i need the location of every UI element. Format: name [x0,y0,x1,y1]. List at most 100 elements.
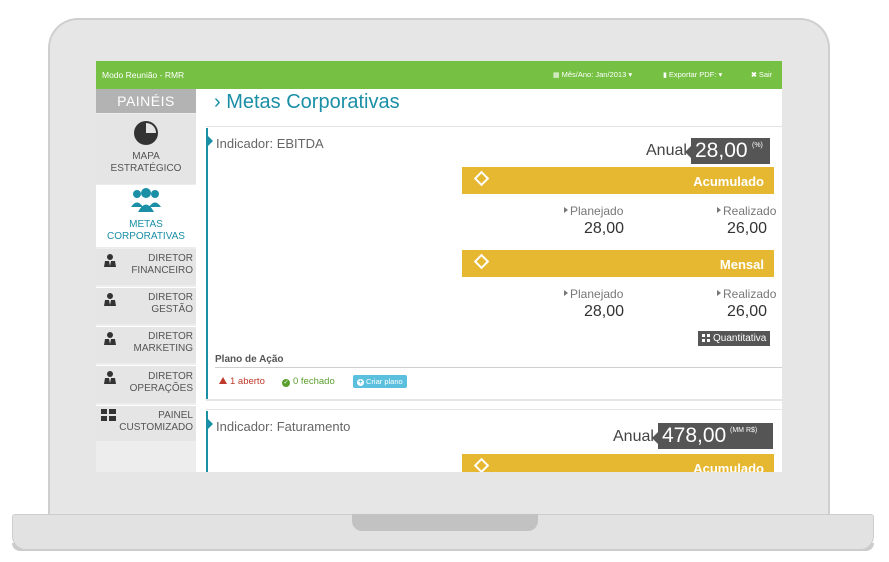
users-icon [131,188,161,212]
main-content: › Metas Corporativas Indicador: EBITDA A… [196,89,782,472]
anual-value-box: 28,00 (%) [691,138,770,164]
realizado-value: 26,00 [727,220,768,237]
quantitativa-badge: Quantitativa [698,331,771,346]
criar-plano-button[interactable]: + Criar plano [353,375,407,388]
caret-right-icon [717,207,721,213]
acumulado-bar: Acumulado [462,167,774,194]
sidebar-item-label: METAS [129,219,163,230]
anual-value: 478,00 [662,424,727,447]
divider [215,367,782,368]
criar-plano-label: Criar plano [366,377,403,386]
planejado-text: Planejado [570,204,624,218]
diamond-icon [473,253,490,270]
caret-right-icon [717,290,721,296]
warning-icon [219,377,227,384]
badge-label: Quantitativa [713,333,767,344]
sidebar-item-diretor-gestao[interactable]: DIRETOR GESTÃO [96,287,196,324]
plano-aberto-link[interactable]: 1 aberto [219,376,265,387]
acumulado-bar: Acumulado [462,454,774,472]
sidebar: PAINÉIS MAPA ESTRATÉGICO METAS CORPORATI… [96,89,196,472]
export-label: Exportar PDF: ▾ [668,70,723,79]
sidebar-item-diretor-operacoes[interactable]: DIRETOR OPERAÇÕES [96,365,196,403]
planejado-value: 28,00 [584,303,625,320]
sidebar-item-metas-corporativas[interactable]: METAS CORPORATIVAS [96,185,196,247]
realizado-label: Realizado [717,204,776,218]
sidebar-item-diretor-financeiro[interactable]: DIRETOR FINANCEIRO [96,249,196,285]
mensal-bar: Mensal [462,250,774,277]
user-suit-icon [104,254,116,267]
divider [206,126,782,127]
indicator-accent-bar [206,128,208,400]
check-circle-icon: ✓ [282,379,290,387]
user-suit-icon [104,332,116,345]
indicator-card-ebitda: Indicador: EBITDA Anual 28,00 (%) Acumul… [206,128,782,400]
screen: Modo Reunião - RMR ▦ Mês/Ano: Jan/2013 ▾ … [96,61,782,472]
diamond-icon [473,457,490,472]
planejado-label: Planejado [564,287,623,301]
sidebar-item-label: DIRETOR [148,253,193,264]
divider [206,399,782,401]
divider [206,409,782,410]
diamond-icon [473,170,490,187]
page-title: › Metas Corporativas [214,91,400,113]
anual-value-box: 478,00 (MM R$) [658,423,773,449]
caret-right-icon [208,419,213,429]
pie-chart-icon [134,121,158,145]
fechado-count: 0 fechado [293,376,335,387]
plano-fechado-link[interactable]: ✓ 0 fechado [282,376,335,387]
sidebar-item-label: MAPA [132,151,160,162]
sidebar-item-label: PAINEL [158,410,193,421]
realizado-label: Realizado [717,287,776,301]
acumulado-label: Acumulado [693,174,764,189]
close-icon: ✖ [751,72,757,79]
anual-label: Anual [646,142,687,159]
period-selector[interactable]: ▦ Mês/Ano: Jan/2013 ▾ [553,70,632,79]
sidebar-item-label: ESTRATÉGICO [110,163,182,174]
mensal-label: Mensal [719,257,764,272]
sidebar-item-label: DIRETOR [148,371,193,382]
plus-circle-icon: + [357,379,364,386]
indicator-card-faturamento: Indicador: Faturamento Anual 478,00 (MM … [206,411,782,472]
file-icon: ▮ [663,72,667,79]
indicator-label: Indicador: EBITDA [216,136,324,151]
realizado-value: 26,00 [727,303,768,320]
sidebar-header: PAINÉIS [96,89,196,113]
laptop-notch [352,514,538,531]
planejado-text: Planejado [570,287,624,301]
sidebar-item-label: FINANCEIRO [131,265,193,276]
app-title: Modo Reunião - RMR [102,70,185,80]
sidebar-item-diretor-marketing[interactable]: DIRETOR MARKETING [96,326,196,363]
sidebar-item-label: DIRETOR [148,292,193,303]
acumulado-label: Acumulado [693,461,764,472]
sidebar-item-label: CUSTOMIZADO [119,422,193,433]
caret-right-icon [564,207,568,213]
anual-value: 28,00 [695,139,748,162]
top-bar: Modo Reunião - RMR ▦ Mês/Ano: Jan/2013 ▾ … [96,61,782,89]
realizado-text: Realizado [723,204,777,218]
anual-unit: (%) [752,142,763,149]
planejado-value: 28,00 [584,220,625,237]
sidebar-item-painel-customizado[interactable]: PAINEL CUSTOMIZADO [96,405,196,441]
planejado-label: Planejado [564,204,623,218]
sidebar-item-label: MARKETING [133,343,193,354]
caret-right-icon [564,290,568,296]
sidebar-item-label: DIRETOR [148,331,193,342]
realizado-text: Realizado [723,287,777,301]
user-suit-icon [104,371,116,384]
aberto-count: 1 aberto [230,376,265,387]
caret-right-icon [208,136,213,146]
dashboard-grid-icon [101,409,116,421]
exit-label: Sair [758,70,773,79]
calendar-icon: ▦ [553,72,560,79]
sidebar-item-label: GESTÃO [151,304,193,315]
sidebar-item-label: OPERAÇÕES [129,383,193,394]
anual-label: Anual [613,428,654,445]
anual-unit: (MM R$) [730,427,758,434]
grid-icon [702,334,710,342]
sidebar-item-label: CORPORATIVAS [107,231,185,242]
sidebar-item-mapa-estrategico[interactable]: MAPA ESTRATÉGICO [96,114,196,184]
indicator-label: Indicador: Faturamento [216,419,351,434]
exit-button[interactable]: ✖ Sair [751,70,772,79]
plano-de-acao-title: Plano de Ação [215,354,284,365]
export-pdf-button[interactable]: ▮ Exportar PDF: ▾ [663,70,722,79]
